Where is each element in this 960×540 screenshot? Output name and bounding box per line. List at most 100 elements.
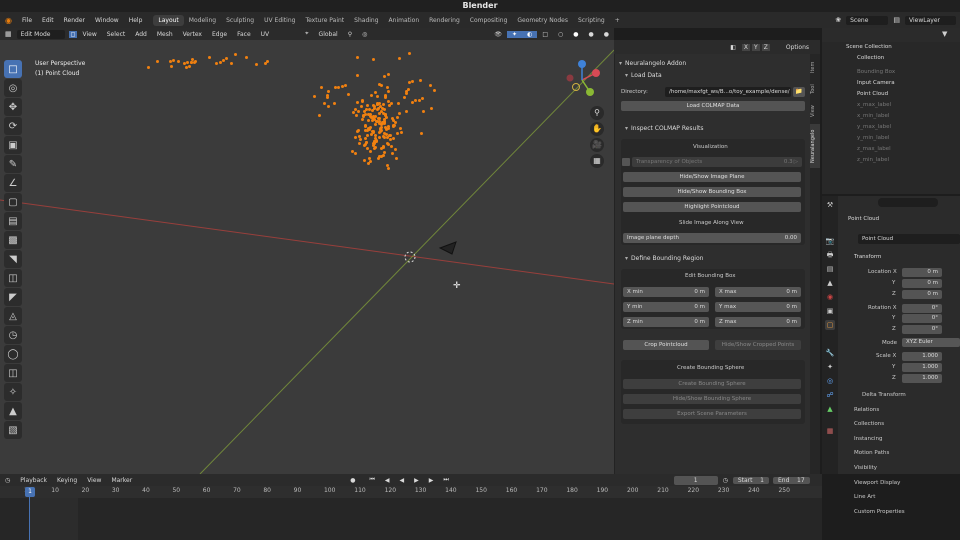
orientation-icon[interactable]: ⌖ [300, 30, 313, 38]
spin-icon[interactable]: ◷ [4, 326, 22, 344]
property-section-header[interactable]: Relations [854, 407, 879, 413]
location-z-field[interactable]: 0 m [902, 290, 942, 299]
transform-header[interactable]: Transform [854, 254, 881, 260]
tab-scripting[interactable]: Scripting [573, 15, 610, 26]
object-data-field[interactable]: Point Cloud [858, 234, 960, 244]
add-cube-icon[interactable]: ▢ [4, 193, 22, 211]
tab-layout[interactable]: Layout [153, 14, 184, 26]
hide-bbox-button[interactable]: Hide/Show Bounding Box [623, 187, 801, 197]
view-menu[interactable]: View [77, 31, 101, 38]
scale-y-field[interactable]: 1.000 [902, 363, 942, 372]
scale-icon[interactable]: ▣ [4, 136, 22, 154]
properties-object-name[interactable]: Point Cloud [848, 216, 879, 222]
image-plane-depth-field[interactable]: Image plane depth 0.00 [623, 233, 801, 243]
rotation-mode-select[interactable]: XYZ Euler [902, 338, 960, 347]
outliner-item[interactable]: z_min_label [857, 157, 889, 163]
export-scene-button[interactable]: Export Scene Parameters [623, 409, 801, 419]
property-section-header[interactable]: Collections [854, 421, 884, 427]
jump-end-icon[interactable]: ⏭ [438, 476, 453, 484]
property-section-header[interactable]: Visibility [854, 465, 877, 471]
scale-x-field[interactable]: 1.000 [902, 352, 942, 361]
outliner-item[interactable]: y_max_label [857, 124, 891, 130]
snap-icon[interactable]: ⚲ [343, 31, 357, 38]
menu-edit[interactable]: Edit [37, 17, 59, 24]
menu-file[interactable]: File [17, 17, 37, 24]
timeline[interactable]: 1102030405060708090100110120130140150160… [0, 486, 822, 540]
scene-icon[interactable]: ❀ [830, 16, 846, 24]
current-frame-field[interactable]: 1 [673, 475, 718, 485]
texture-icon[interactable]: ▦ [825, 426, 835, 436]
select-mode-icon[interactable]: ◻ [68, 30, 78, 38]
y-max-field[interactable]: Y max 0 m [715, 302, 801, 312]
add-menu[interactable]: Add [130, 31, 152, 38]
axis-z-toggle[interactable]: Z [761, 43, 770, 51]
tool-icon[interactable]: ⚒ [825, 200, 835, 210]
property-section-header[interactable]: Custom Properties [854, 509, 905, 515]
properties-search[interactable] [878, 198, 938, 207]
property-section-header[interactable]: Line Art [854, 494, 875, 500]
play-reverse-icon[interactable]: ◀ [394, 477, 409, 484]
uv-menu[interactable]: UV [256, 31, 275, 38]
next-keyframe-icon[interactable]: ▶ [424, 477, 439, 484]
outliner-item[interactable]: Point Cloud [857, 91, 888, 97]
outliner-item[interactable]: Bounding Box [857, 69, 895, 75]
extrude-icon[interactable]: ▤ [4, 212, 22, 230]
collection-item[interactable]: Collection [857, 55, 884, 61]
tab-neuralangelo[interactable]: Neuralangelo [810, 124, 820, 168]
transparency-slider[interactable]: Transparency of Objects 0.3 ▷ [632, 157, 802, 167]
keying-menu[interactable]: Keying [52, 477, 82, 484]
inset-icon[interactable]: ▩ [4, 231, 22, 249]
vertex-menu[interactable]: Vertex [178, 31, 207, 38]
rotation-y-field[interactable]: 0° [902, 314, 942, 323]
cursor-icon[interactable]: ◎ [4, 79, 22, 97]
tab-geometry-nodes[interactable]: Geometry Nodes [512, 15, 573, 26]
tab-animation[interactable]: Animation [384, 15, 425, 26]
mesh-menu[interactable]: Mesh [152, 31, 178, 38]
tab-rendering[interactable]: Rendering [424, 15, 465, 26]
annotate-icon[interactable]: ✎ [4, 155, 22, 173]
editor-type-icon[interactable]: ▦ [0, 30, 17, 38]
property-section-header[interactable]: Instancing [854, 436, 883, 442]
edge-menu[interactable]: Edge [207, 31, 232, 38]
rotation-z-field[interactable]: 0° [902, 325, 942, 334]
outliner-item[interactable]: z_max_label [857, 146, 891, 152]
tab-item[interactable]: Item [810, 58, 820, 76]
transparency-checkbox[interactable] [622, 158, 630, 166]
perspective-toggle-icon[interactable]: ▦ [590, 154, 604, 168]
select-menu[interactable]: Select [102, 31, 131, 38]
knife-icon[interactable]: ◤ [4, 288, 22, 306]
render-icon[interactable]: 📷 [825, 236, 835, 246]
viewlayer-icon[interactable]: ▤ [888, 16, 905, 24]
shading-wire-icon[interactable]: ○ [553, 31, 568, 38]
outliner-item[interactable]: x_max_label [857, 102, 891, 108]
menu-window[interactable]: Window [90, 17, 124, 24]
location-x-field[interactable]: 0 m [902, 268, 942, 277]
outliner-item[interactable]: y_min_label [857, 135, 889, 141]
axis-y-toggle[interactable]: Y [752, 43, 760, 51]
face-menu[interactable]: Face [232, 31, 256, 38]
marker-menu[interactable]: Marker [106, 477, 137, 484]
pan-hand-icon[interactable]: ✋ [590, 122, 604, 136]
record-icon[interactable]: ● [345, 477, 360, 484]
constraints-icon[interactable]: ☍ [825, 390, 835, 400]
poly-build-icon[interactable]: ◬ [4, 307, 22, 325]
shading-rendered-icon[interactable]: ● [599, 31, 614, 38]
scene-collection-item[interactable]: Scene Collection [846, 44, 892, 50]
scene-icon[interactable]: ▲ [825, 278, 835, 288]
proportional-edit-icon[interactable]: ◎ [357, 31, 372, 38]
visibility-icon[interactable]: 👁 [489, 31, 507, 38]
view-layer-icon[interactable]: ▤ [825, 264, 835, 274]
tab-modeling[interactable]: Modeling [184, 15, 221, 26]
highlight-pointcloud-button[interactable]: Highlight Pointcloud [623, 202, 801, 212]
overlay-icon[interactable]: ◐ [522, 30, 538, 38]
outliner-item[interactable]: x_min_label [857, 113, 889, 119]
tab-sculpting[interactable]: Sculpting [221, 15, 259, 26]
folder-icon[interactable]: 📁 [793, 87, 805, 97]
menu-render[interactable]: Render [59, 17, 90, 24]
load-colmap-button[interactable]: Load COLMAP Data [621, 101, 805, 111]
blender-logo-icon[interactable]: ◉ [0, 16, 17, 25]
z-min-field[interactable]: Z min 0 m [623, 317, 709, 327]
jump-start-icon[interactable]: ⏮ [364, 476, 379, 484]
tab-shading[interactable]: Shading [349, 15, 383, 26]
timeline-editor-icon[interactable]: ◷ [0, 477, 15, 484]
